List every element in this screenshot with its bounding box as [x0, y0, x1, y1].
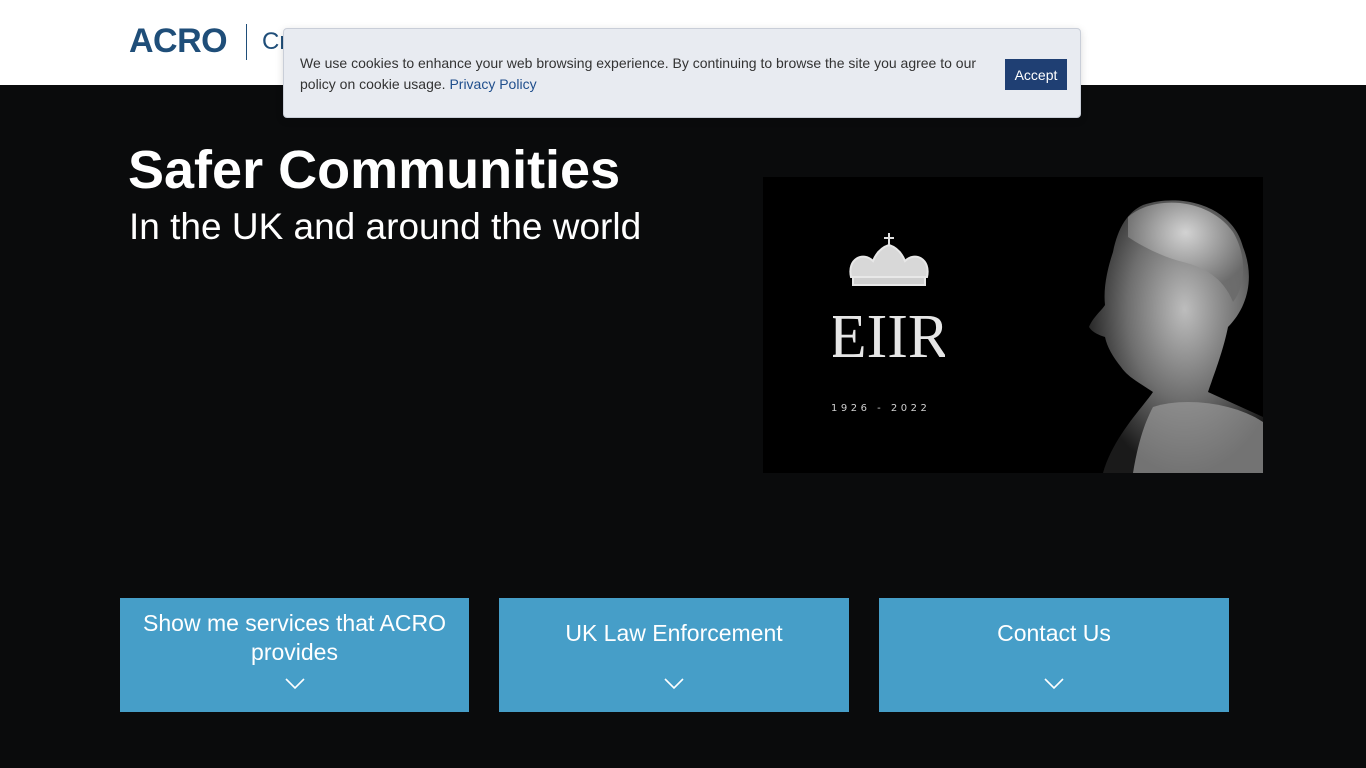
privacy-policy-link[interactable]: Privacy Policy	[449, 76, 536, 92]
tile-uk-law-enforcement[interactable]: UK Law Enforcement	[499, 598, 849, 712]
logo-divider	[246, 24, 247, 60]
tile-acro-services[interactable]: Show me services that ACRO provides	[120, 598, 469, 712]
tile-contact-us[interactable]: Contact Us	[879, 598, 1229, 712]
crown-icon	[849, 233, 929, 286]
portrait-silhouette-icon	[1089, 200, 1263, 473]
cipher-letters: EIIR	[833, 303, 945, 369]
acro-logo[interactable]: ACRO	[129, 22, 228, 61]
tile-label: Contact Us	[997, 620, 1111, 646]
tile-label: Show me services that ACRO provides	[143, 610, 446, 665]
chevron-down-icon	[284, 678, 305, 690]
royal-cipher-icon: EIIR	[833, 233, 945, 369]
cookie-message: We use cookies to enhance your web brows…	[300, 53, 990, 95]
cookie-text: We use cookies to enhance your web brows…	[300, 55, 977, 92]
hero-title: Safer Communities	[128, 140, 621, 200]
chevron-down-icon	[664, 678, 684, 690]
accept-cookies-button[interactable]: Accept	[1005, 59, 1067, 90]
memorial-image: EIIR 1926 - 2022	[763, 177, 1263, 473]
hero-subtitle: In the UK and around the world	[129, 206, 642, 247]
chevron-down-icon	[1044, 678, 1064, 690]
tile-label: UK Law Enforcement	[565, 620, 783, 646]
cookie-banner: We use cookies to enhance your web brows…	[283, 28, 1081, 118]
memorial-dates: 1926 - 2022	[831, 403, 931, 414]
